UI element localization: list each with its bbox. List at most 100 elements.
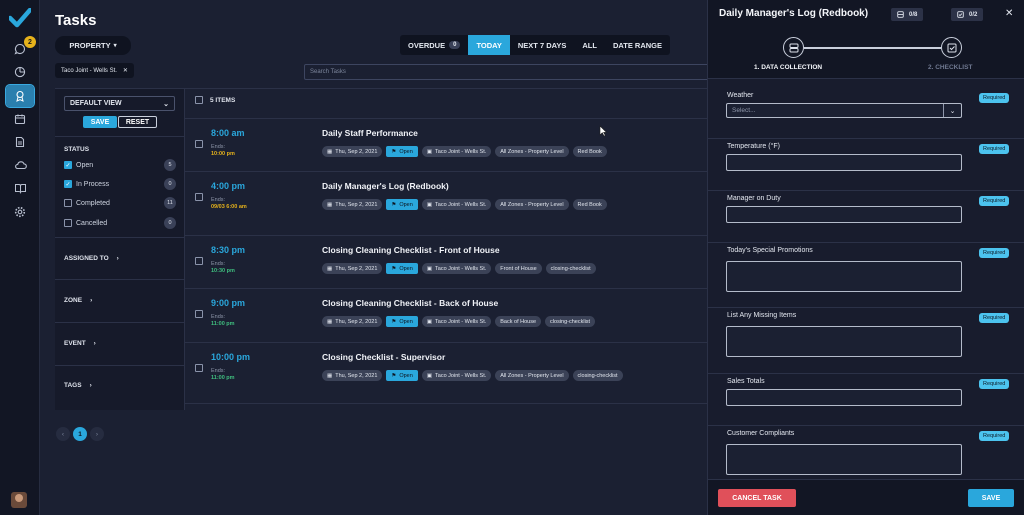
- filter-zone[interactable]: ZONE ›: [64, 297, 92, 304]
- step-data-collection-label: 1. DATA COLLECTION: [754, 64, 823, 71]
- row-checkbox[interactable]: [195, 257, 203, 265]
- text-field[interactable]: [726, 389, 962, 406]
- task-ends: Ends: 10:00 pm: [211, 144, 235, 158]
- gear-icon[interactable]: [6, 201, 34, 223]
- task-row[interactable]: 8:00 am Ends: 10:00 pm Daily Staff Performa…: [185, 118, 708, 171]
- property-dropdown[interactable]: PROPERTY ▾: [55, 36, 131, 55]
- ribbon-icon[interactable]: [5, 84, 35, 108]
- zone-tag: All Zones - Property Level: [495, 146, 569, 157]
- prev-page-button[interactable]: ‹: [56, 427, 70, 441]
- row-checkbox[interactable]: [195, 193, 203, 201]
- search-input[interactable]: Search Tasks: [304, 64, 714, 80]
- clock-icon[interactable]: [6, 61, 34, 83]
- close-icon[interactable]: ✕: [123, 67, 128, 74]
- status-label: Completed: [76, 199, 110, 207]
- status-cancelled[interactable]: Cancelled 0: [64, 217, 176, 229]
- save-task-button[interactable]: SAVE: [968, 489, 1014, 507]
- task-title[interactable]: Daily Staff Performance: [322, 128, 418, 138]
- location-tag: ▣ Taco Joint - Wells St.: [421, 146, 492, 157]
- row-checkbox[interactable]: [195, 310, 203, 318]
- checkbox[interactable]: [64, 199, 72, 207]
- location-tag: ▣ Taco Joint - Wells St.: [421, 263, 492, 274]
- document-icon[interactable]: [6, 131, 34, 153]
- text-area[interactable]: [726, 261, 962, 292]
- date-tag: ▦ Thu, Sep 2, 2021: [322, 263, 383, 274]
- view-select[interactable]: DEFAULT VIEW ⌄: [64, 96, 175, 111]
- task-row[interactable]: 8:30 pm Ends: 10:30 pm Closing Cleaning Che…: [185, 235, 708, 288]
- task-end-time: 10:00 pm: [211, 151, 235, 157]
- label-tag: closing-checklist: [545, 263, 596, 274]
- checkbox[interactable]: [64, 219, 72, 227]
- task-ends: Ends: 11:00 pm: [211, 368, 235, 382]
- tab-next-7-days[interactable]: NEXT 7 DAYS: [510, 35, 575, 55]
- divider: [55, 279, 185, 280]
- text-field[interactable]: [726, 154, 962, 171]
- calendar-icon[interactable]: [6, 108, 34, 130]
- status-text: Open: [399, 201, 413, 208]
- task-tags: ▦ Thu, Sep 2, 2021 ⚑ Open ▣ Taco Joint - Well…: [322, 263, 596, 274]
- required-badge: Required: [979, 248, 1010, 258]
- status-open[interactable]: ✓ Open 5: [64, 159, 176, 171]
- overdue-count: 0: [449, 41, 461, 49]
- checklist-count: 0/2: [969, 11, 978, 18]
- field-label: Temperature (°F): [727, 143, 780, 150]
- status-badge: ⚑ Open: [386, 199, 418, 210]
- step-data-collection-icon[interactable]: [783, 37, 804, 58]
- date-text: Thu, Sep 2, 2021: [335, 372, 378, 379]
- next-page-button[interactable]: ›: [90, 427, 104, 441]
- select-all-checkbox[interactable]: [195, 96, 203, 104]
- building-icon: ▣: [426, 265, 433, 272]
- tab-all[interactable]: ALL: [574, 35, 605, 55]
- task-row[interactable]: 9:00 pm Ends: 11:00 pm Closing Cleaning Che…: [185, 288, 708, 342]
- page-button[interactable]: 1: [73, 427, 87, 441]
- status-completed[interactable]: Completed 11: [64, 197, 176, 209]
- notification-badge: 2: [24, 36, 36, 48]
- status-in-process[interactable]: ✓ In Process 0: [64, 178, 176, 190]
- filter-event[interactable]: EVENT ›: [64, 340, 96, 347]
- task-title[interactable]: Daily Manager's Log (Redbook): [322, 181, 449, 191]
- text-field[interactable]: [726, 206, 962, 223]
- checkbox-checked[interactable]: ✓: [64, 161, 72, 169]
- filter-tags[interactable]: TAGS ›: [64, 382, 92, 389]
- row-checkbox[interactable]: [195, 140, 203, 148]
- task-title[interactable]: Closing Cleaning Checklist - Front of Ho…: [322, 245, 500, 255]
- step-checklist-icon[interactable]: [941, 37, 962, 58]
- status-text: Open: [399, 318, 413, 325]
- task-title[interactable]: Closing Cleaning Checklist - Back of Hou…: [322, 298, 498, 308]
- filter-assigned-to[interactable]: ASSIGNED TO ›: [64, 255, 119, 262]
- tab-overdue[interactable]: OVERDUE 0: [400, 35, 468, 55]
- text-area[interactable]: [726, 444, 962, 475]
- calendar-icon: ▦: [327, 318, 333, 325]
- weather-select[interactable]: Select... ⌄: [726, 103, 962, 118]
- divider: [55, 136, 185, 137]
- data-count: 0/8: [909, 11, 918, 18]
- tab-today[interactable]: TODAY: [468, 35, 510, 55]
- task-start-time: 8:30 pm: [211, 245, 246, 255]
- cloud-icon[interactable]: [6, 154, 34, 176]
- cancel-task-button[interactable]: CANCEL TASK: [718, 489, 796, 507]
- chevron-down-icon: ▾: [113, 43, 117, 49]
- task-start-time: 4:00 pm: [211, 181, 246, 191]
- task-title[interactable]: Closing Checklist - Supervisor: [322, 352, 445, 362]
- task-row[interactable]: 10:00 pm Ends: 11:00 pm Closing Checklist -…: [185, 342, 708, 403]
- task-row[interactable]: 4:00 pm Ends: 09/03 6:00 am Daily Manager's…: [185, 171, 708, 235]
- tab-date-range[interactable]: DATE RANGE: [605, 35, 670, 55]
- date-tag: ▦ Thu, Sep 2, 2021: [322, 316, 383, 327]
- text-area[interactable]: [726, 326, 962, 357]
- ends-label: Ends:: [211, 144, 226, 150]
- book-icon[interactable]: [6, 177, 34, 199]
- required-badge: Required: [979, 379, 1010, 389]
- task-start-time: 8:00 am: [211, 128, 245, 138]
- close-icon[interactable]: ✕: [1005, 8, 1013, 19]
- save-view-button[interactable]: SAVE: [83, 116, 117, 128]
- checklist-progress: 0/2: [951, 8, 984, 21]
- check-logo-icon[interactable]: [9, 8, 31, 28]
- reset-view-button[interactable]: RESET: [118, 116, 157, 128]
- filter-chip[interactable]: Taco Joint - Wells St. ✕: [55, 63, 134, 78]
- status-label: Cancelled: [76, 219, 108, 227]
- task-end-time: 10:30 pm: [211, 268, 235, 274]
- row-checkbox[interactable]: [195, 364, 203, 372]
- checkbox-checked[interactable]: ✓: [64, 180, 72, 188]
- location-text: Taco Joint - Wells St.: [435, 318, 487, 325]
- user-avatar[interactable]: [11, 492, 27, 508]
